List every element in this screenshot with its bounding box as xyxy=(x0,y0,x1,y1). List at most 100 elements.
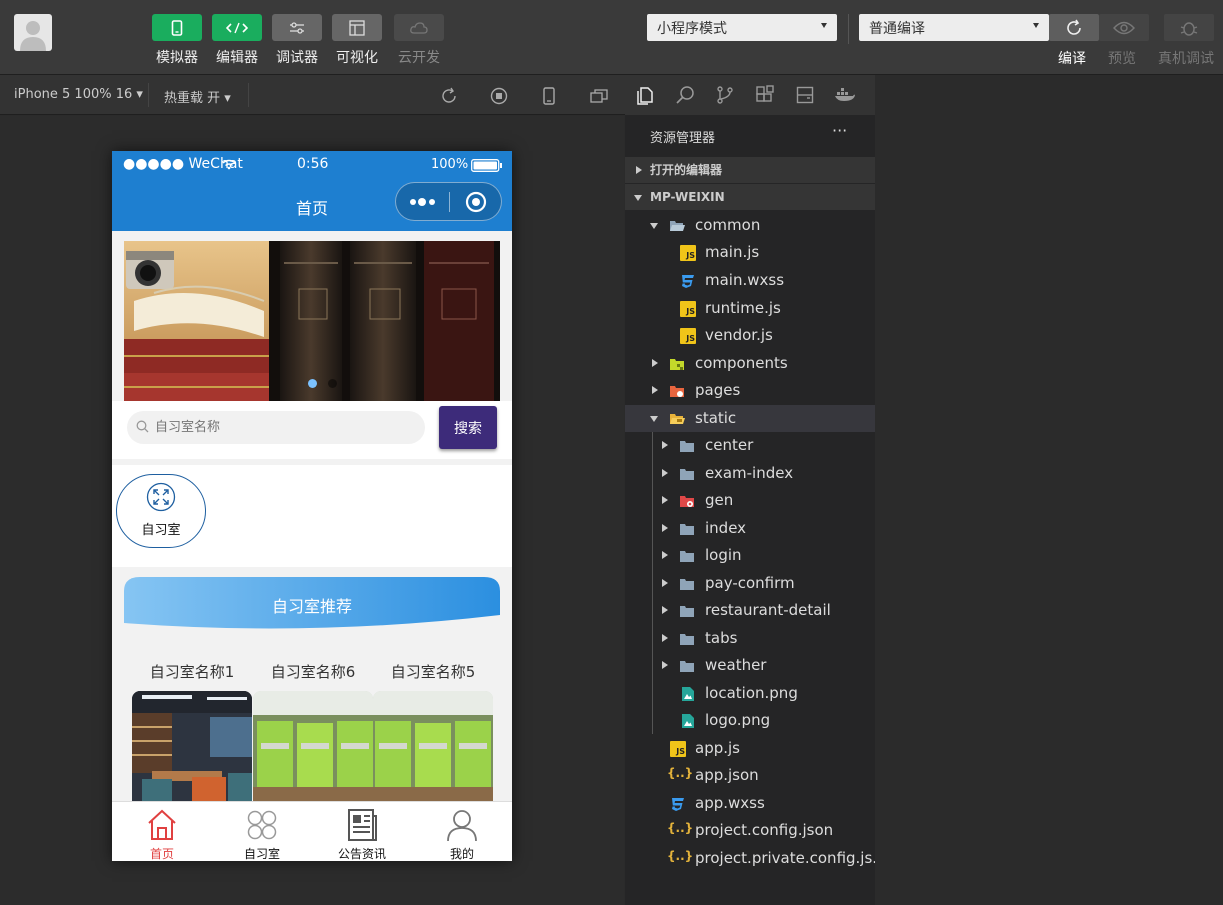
room-image xyxy=(373,691,493,801)
open-editors-section[interactable]: 打开的编辑器 xyxy=(625,157,875,183)
divider xyxy=(248,83,249,107)
debugger-tool[interactable]: 调试器 xyxy=(272,14,322,67)
search-input[interactable] xyxy=(127,411,425,444)
tab-study-room[interactable]: 自习室 xyxy=(212,802,312,861)
windows-icon xyxy=(590,89,608,103)
tree-file-project-private-config[interactable]: {..} project.private.config.js... xyxy=(625,845,887,872)
tree-file-app-js[interactable]: JS app.js xyxy=(625,735,875,762)
close-mini-program-icon[interactable] xyxy=(465,191,487,213)
compile-button[interactable] xyxy=(1049,14,1099,41)
tree-folder-index[interactable]: index xyxy=(625,515,875,542)
chevron-down-icon xyxy=(650,223,658,229)
tree-file-main-wxss[interactable]: main.wxss xyxy=(625,267,875,294)
menu-capsule[interactable] xyxy=(395,182,502,221)
battery-percent: 100% xyxy=(431,157,469,172)
visual-tool[interactable]: 可视化 xyxy=(332,14,382,67)
tree-folder-exam-index[interactable]: exam-index xyxy=(625,460,875,487)
refresh-icon xyxy=(1067,19,1081,35)
chevron-down-icon xyxy=(1033,23,1039,28)
compile-select[interactable]: 普通编译 xyxy=(859,14,1049,41)
eye-icon xyxy=(1113,21,1135,34)
git-branch-icon xyxy=(717,86,733,104)
tree-folder-common[interactable]: common xyxy=(625,212,875,239)
search-tab[interactable] xyxy=(673,83,697,107)
cloud-dev-tool[interactable]: 云开发 xyxy=(394,14,444,67)
tree-folder-static[interactable]: static xyxy=(625,405,875,432)
tree-file-project-config[interactable]: {..} project.config.json xyxy=(625,817,875,844)
tab-news-label: 公告资讯 xyxy=(337,847,386,861)
image-file-icon xyxy=(682,714,694,728)
tree-label: runtime.js xyxy=(705,299,781,317)
stop-button[interactable] xyxy=(488,85,510,107)
room-card[interactable]: 自习室名称5 xyxy=(373,661,493,801)
tree-file-main-js[interactable]: JS main.js xyxy=(625,239,875,266)
pages-folder-icon xyxy=(670,386,684,397)
room-card[interactable]: 自习室名称6 xyxy=(253,661,373,801)
tree-file-app-wxss[interactable]: app.wxss xyxy=(625,790,875,817)
more-actions-button[interactable]: ··· xyxy=(832,121,847,140)
docker-icon xyxy=(835,88,855,101)
json-file-icon: {..} xyxy=(667,766,694,780)
remote-debug-button[interactable] xyxy=(1164,14,1214,41)
tree-folder-pay-confirm[interactable]: pay-confirm xyxy=(625,570,875,597)
tree-label: tabs xyxy=(705,629,738,647)
hot-reload-toggle[interactable]: 热重载 开 ▾ xyxy=(164,87,231,106)
tree-label: weather xyxy=(705,656,767,674)
detach-button[interactable] xyxy=(588,85,610,107)
tree-folder-tabs[interactable]: tabs xyxy=(625,625,875,652)
banner-carousel[interactable] xyxy=(124,241,500,401)
tree-label: app.js xyxy=(695,739,740,757)
tree-file-logo-png[interactable]: logo.png xyxy=(625,707,875,734)
search-button[interactable]: 搜索 xyxy=(439,406,497,449)
tab-home-label: 首页 xyxy=(149,847,174,861)
phone-simulator[interactable]: ●●●●● WeChat 0:56 100% 首页 自习室名称 搜索 自习室 自… xyxy=(112,151,512,861)
category-study-room[interactable]: 自习室 xyxy=(116,474,206,548)
toolbar-divider xyxy=(848,14,849,44)
folder-icon xyxy=(680,524,694,535)
chevron-right-icon xyxy=(636,166,642,174)
tree-file-app-json[interactable]: {..} app.json xyxy=(625,762,875,789)
carousel-dot-active[interactable] xyxy=(308,379,317,388)
extensions-icon xyxy=(756,85,774,102)
rotate-button[interactable] xyxy=(438,85,460,107)
files-tab[interactable] xyxy=(633,83,657,107)
project-section[interactable]: MP-WEIXIN xyxy=(625,184,875,210)
mode-select[interactable]: 小程序模式 xyxy=(647,14,837,41)
tree-label: app.wxss xyxy=(695,794,765,812)
tree-file-vendor-js[interactable]: JS vendor.js xyxy=(625,322,875,349)
preview-label: 预览 xyxy=(1108,51,1136,67)
tree-folder-weather[interactable]: weather xyxy=(625,652,875,679)
device-button[interactable] xyxy=(538,85,560,107)
carousel-dot[interactable] xyxy=(328,379,337,388)
tree-folder-center[interactable]: center xyxy=(625,432,875,459)
tree-file-location-png[interactable]: location.png xyxy=(625,680,875,707)
tree-folder-restaurant-detail[interactable]: restaurant-detail xyxy=(625,597,875,624)
git-tab[interactable] xyxy=(713,83,737,107)
docker-tab[interactable] xyxy=(833,83,857,107)
page-content: 搜索 自习室 自习室推荐 自习室名称1 xyxy=(112,231,512,801)
folder-open-icon xyxy=(670,414,685,424)
tab-profile-label: 我的 xyxy=(449,847,474,861)
device-select[interactable]: iPhone 5 100% 16 ▾ xyxy=(14,87,143,102)
user-avatar[interactable] xyxy=(14,14,52,51)
tab-profile[interactable]: 我的 xyxy=(412,802,512,861)
tree-file-runtime-js[interactable]: JS runtime.js xyxy=(625,295,875,322)
extensions-tab[interactable] xyxy=(753,83,777,107)
chevron-right-icon xyxy=(662,441,668,449)
room-name: 自习室名称5 xyxy=(390,663,476,681)
storage-tab[interactable] xyxy=(793,83,817,107)
gen-folder-icon xyxy=(680,496,694,507)
js-file-icon: JS xyxy=(680,328,696,344)
more-icon[interactable] xyxy=(409,197,437,207)
tree-folder-pages[interactable]: pages xyxy=(625,377,875,404)
tab-news[interactable]: 公告资讯 xyxy=(312,802,412,861)
tree-folder-gen[interactable]: gen xyxy=(625,487,875,514)
tree-folder-components[interactable]: components xyxy=(625,350,875,377)
tab-home[interactable]: 首页 xyxy=(112,802,212,861)
room-card[interactable]: 自习室名称1 xyxy=(132,661,252,801)
preview-button[interactable] xyxy=(1099,14,1149,41)
folder-open-icon xyxy=(670,221,685,231)
simulator-tool[interactable]: 模拟器 xyxy=(152,14,202,67)
editor-tool[interactable]: 编辑器 xyxy=(212,14,262,67)
tree-folder-login[interactable]: login xyxy=(625,542,875,569)
